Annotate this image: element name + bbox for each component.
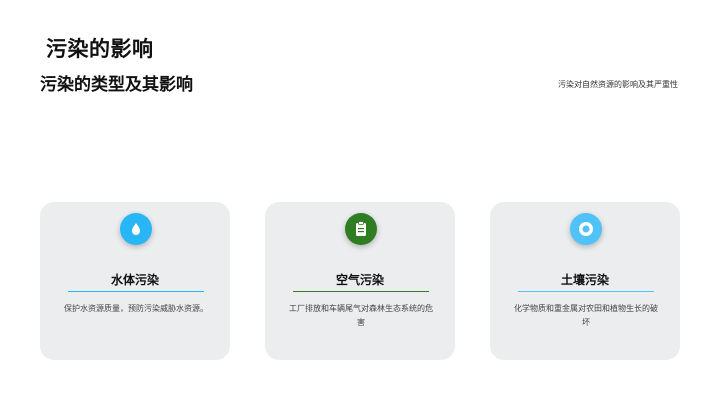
card-water-pollution: 水体污染 保护水资源质量，预防污染威胁水资源。 xyxy=(40,202,230,360)
card-divider xyxy=(518,291,654,292)
page-title: 污染的影响 xyxy=(46,37,154,61)
card-divider xyxy=(68,291,204,292)
card-description: 工厂排放和车辆尾气对森林生态系统的危害 xyxy=(289,304,433,327)
card-divider xyxy=(293,291,429,292)
target-icon xyxy=(570,213,602,245)
card-title: 空气污染 xyxy=(335,273,384,287)
card-description: 保护水资源质量，预防污染威胁水资源。 xyxy=(64,304,208,313)
card-air-pollution: 空气污染 工厂排放和车辆尾气对森林生态系统的危害 xyxy=(265,202,455,360)
card-title: 水体污染 xyxy=(110,273,159,287)
card-description: 化学物质和重金属对农田和植物生长的破坏 xyxy=(514,304,658,327)
card-title: 土壤污染 xyxy=(560,273,609,287)
card-soil-pollution: 土壤污染 化学物质和重金属对农田和植物生长的破坏 xyxy=(490,202,680,360)
page-subtitle: 污染的类型及其影响 xyxy=(40,75,193,95)
water-drop-icon xyxy=(120,213,152,245)
clipboard-icon xyxy=(345,213,377,245)
page-note: 污染对自然资源的影响及其严重性 xyxy=(558,80,678,89)
